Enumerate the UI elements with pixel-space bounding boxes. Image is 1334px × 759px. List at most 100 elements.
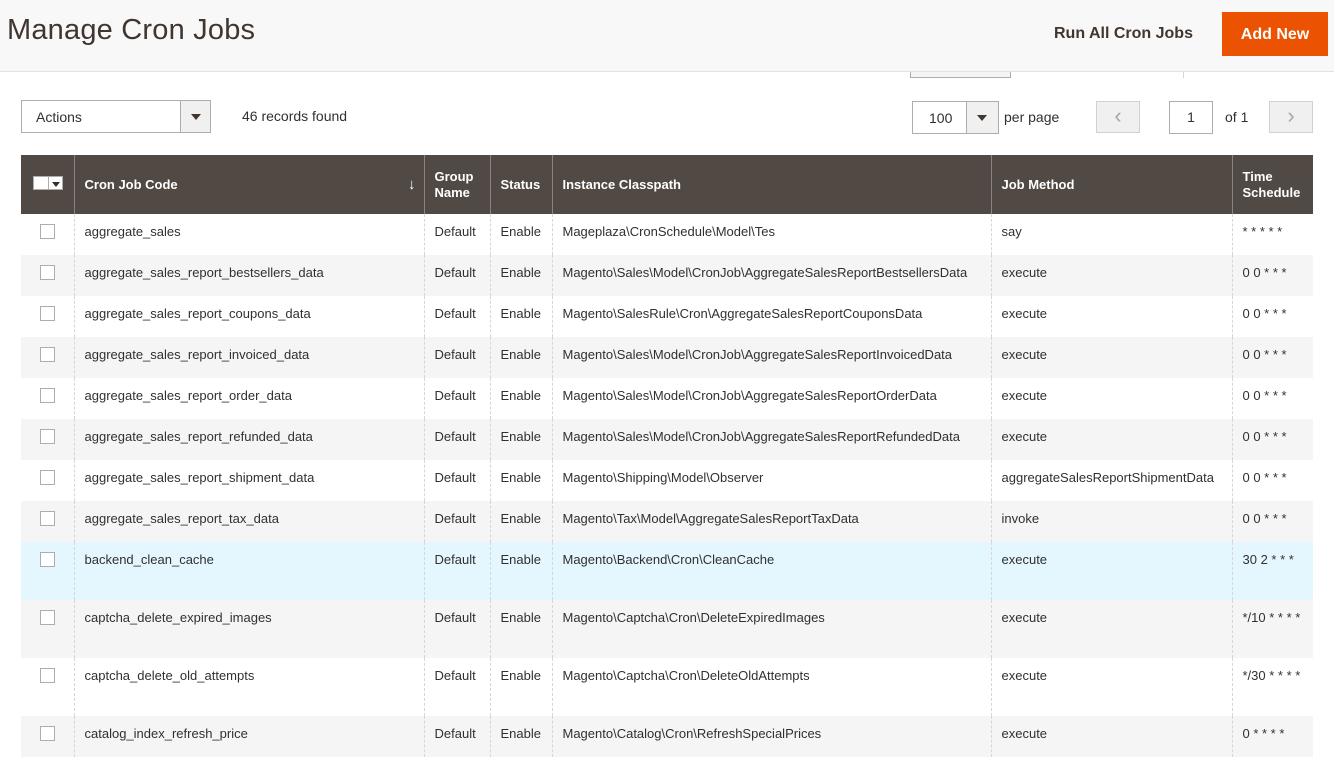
cell-code: aggregate_sales_report_order_data [73,378,424,419]
row-checkbox[interactable] [40,265,55,280]
column-label: Job Method [1001,176,1075,192]
cell-method: execute [990,378,1232,419]
cell-code: catalog_index_refresh_price [73,716,424,757]
cell-method: aggregateSalesReportShipmentData [990,460,1232,501]
cell-method: invoke [990,501,1232,542]
checkbox[interactable] [33,175,49,190]
table-row[interactable]: captcha_delete_expired_images Default En… [21,600,1313,658]
cell-group: Default [423,716,490,757]
cell-group: Default [423,337,490,378]
row-checkbox[interactable] [40,224,55,239]
column-label: Name [434,184,470,200]
cell-status: Enable [489,460,552,501]
row-checkbox[interactable] [40,470,55,485]
cell-classpath: Magento\Sales\Model\CronJob\AggregateSal… [551,378,991,419]
cell-status: Enable [489,501,552,542]
column-label: Time [1242,168,1273,184]
cell-schedule: 0 0 * * * [1231,337,1313,378]
cell-status: Enable [489,296,552,337]
cell-code: aggregate_sales_report_coupons_data [73,296,424,337]
cell-classpath: Magento\Captcha\Cron\DeleteOldAttempts [551,658,991,716]
mass-select-checkbox[interactable] [33,175,65,191]
row-checkbox[interactable] [40,552,55,567]
row-checkbox[interactable] [40,306,55,321]
cell-status: Enable [489,716,552,757]
per-page-select[interactable]: 100 [912,101,999,134]
column-header-group[interactable]: Group Name [423,155,490,214]
actions-dropdown[interactable]: Actions [21,100,211,133]
cell-classpath: Magento\Sales\Model\CronJob\AggregateSal… [551,337,991,378]
table-row[interactable]: aggregate_sales Default Enable Mageplaza… [21,214,1313,255]
column-header-method[interactable]: Job Method [990,155,1232,214]
chevron-down-icon [977,115,987,121]
cell-code: captcha_delete_expired_images [73,600,424,658]
row-checkbox[interactable] [40,668,55,683]
cell-group: Default [423,600,490,658]
next-page-button[interactable]: › [1269,101,1313,133]
table-row[interactable]: catalog_index_refresh_price Default Enab… [21,716,1313,757]
previous-page-button[interactable]: ‹ [1096,101,1140,133]
actions-label: Actions [36,109,82,125]
cell-method: execute [990,255,1232,296]
column-header-schedule[interactable]: Time Schedule [1231,155,1313,214]
column-label: Schedule [1242,184,1301,200]
records-found: 46 records found [242,108,348,124]
column-header-code[interactable]: Cron Job Code ↓ [73,155,424,214]
chevron-left-icon: ‹ [1114,103,1122,128]
row-checkbox[interactable] [40,347,55,362]
chevron-down-icon [52,181,60,187]
cell-code: aggregate_sales_report_bestsellers_data [73,255,424,296]
cell-method: execute [990,419,1232,460]
sort-arrow-icon[interactable]: ↓ [408,176,416,193]
cell-method: execute [990,296,1232,337]
cell-status: Enable [489,337,552,378]
cell-schedule: 0 0 * * * [1231,296,1313,337]
cell-group: Default [423,501,490,542]
mass-select-toggle[interactable] [49,175,63,190]
table-row[interactable]: aggregate_sales_report_bestsellers_data … [21,255,1313,296]
cell-schedule: */30 * * * * [1231,658,1313,716]
column-header-classpath[interactable]: Instance Classpath [551,155,991,214]
columns-control-stub[interactable] [910,72,1011,78]
classpath-text: Magento\Backend\Cron\CleanCache [562,552,775,567]
table-row[interactable]: aggregate_sales_report_coupons_data Defa… [21,296,1313,337]
row-checkbox[interactable] [40,429,55,444]
table-row[interactable]: aggregate_sales_report_shipment_data Def… [21,460,1313,501]
table-row[interactable]: aggregate_sales_report_tax_data Default … [21,501,1313,542]
row-checkbox[interactable] [40,726,55,741]
cell-classpath: Magento\Tax\Model\AggregateSalesReportTa… [551,501,991,542]
cell-group: Default [423,214,490,255]
row-checkbox[interactable] [40,388,55,403]
cell-group: Default [423,255,490,296]
row-checkbox[interactable] [40,610,55,625]
cell-schedule: */10 * * * * [1231,600,1313,658]
cell-code: backend_clean_cache [73,542,424,600]
column-header-status[interactable]: Status [489,155,552,214]
cell-method: execute [990,542,1232,600]
cell-method: execute [990,337,1232,378]
cell-classpath: Magento\Shipping\Model\Observer [551,460,991,501]
cell-code: aggregate_sales_report_refunded_data [73,419,424,460]
mass-select-header[interactable] [21,155,74,214]
table-row[interactable]: aggregate_sales_report_order_data Defaul… [21,378,1313,419]
per-page-value: 100 [929,110,953,126]
row-checkbox[interactable] [40,511,55,526]
table-row[interactable]: aggregate_sales_report_refunded_data Def… [21,419,1313,460]
cell-status: Enable [489,214,552,255]
page-count: of 1 [1225,109,1249,125]
cell-classpath: Magento\Catalog\Cron\RefreshSpecialPrice… [551,716,991,757]
cell-status: Enable [489,600,552,658]
table-row[interactable]: aggregate_sales_report_invoiced_data Def… [21,337,1313,378]
table-row[interactable]: backend_clean_cache Default Enable Magen… [21,542,1313,600]
cell-code: captcha_delete_old_attempts [73,658,424,716]
cell-classpath: Mageplaza\CronSchedule\Model\Tes [551,214,991,255]
cell-classpath: Magento\SalesRule\Cron\AggregateSalesRep… [551,296,991,337]
add-new-button[interactable]: Add New [1222,12,1328,56]
cron-jobs-grid: Cron Job Code ↓ Group Name Status Instance… [21,155,1313,757]
page-number-input[interactable]: 1 [1169,101,1213,134]
per-page-toggle[interactable] [966,102,998,133]
actions-dropdown-toggle[interactable] [180,101,210,132]
run-all-cron-jobs-button[interactable]: Run All Cron Jobs [1040,12,1207,56]
cell-schedule: 0 0 * * * [1231,419,1313,460]
table-row[interactable]: captcha_delete_old_attempts Default Enab… [21,658,1313,716]
